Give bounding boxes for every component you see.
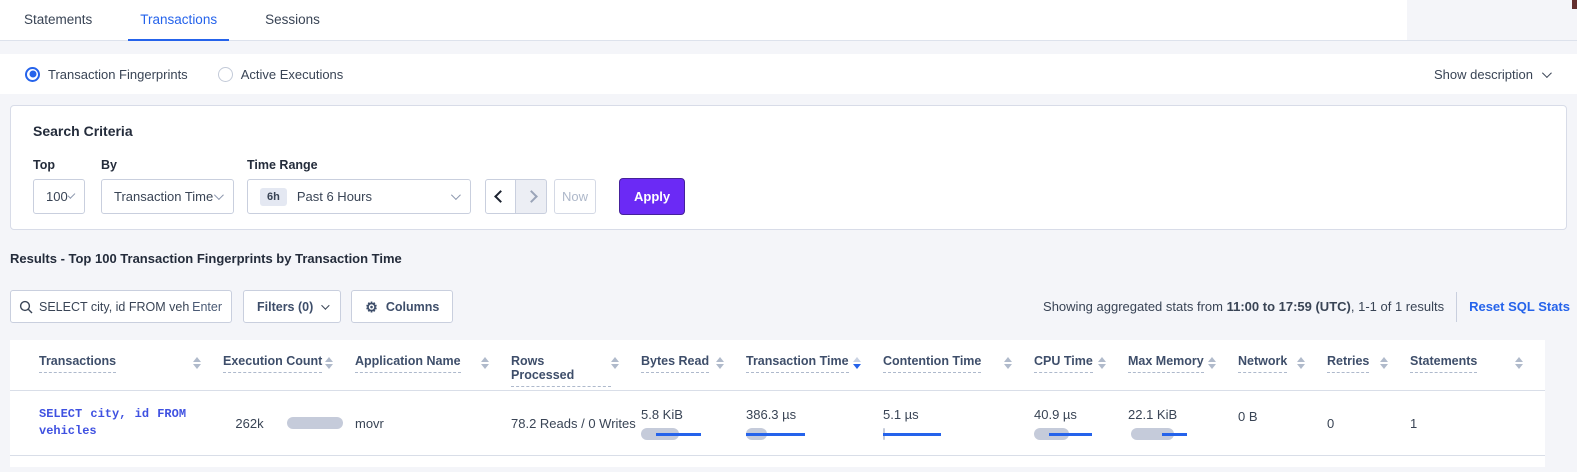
cell-transaction-fingerprint: SELECT city, id FROM vehicles — [39, 391, 223, 455]
radio-selected-icon[interactable] — [25, 67, 40, 82]
chevron-down-icon — [321, 301, 329, 309]
sort-icon[interactable] — [1208, 354, 1216, 369]
filters-button[interactable]: Filters (0) — [243, 290, 341, 323]
column-header-bytes-read[interactable]: Bytes Read — [641, 354, 746, 387]
column-header-cpu-time[interactable]: CPU Time — [1034, 354, 1128, 387]
by-field: By Transaction Time — [101, 158, 234, 214]
chevron-down-icon — [67, 191, 75, 199]
transaction-time-barchart — [746, 428, 808, 440]
previous-time-window-button[interactable] — [485, 179, 516, 214]
apply-button[interactable]: Apply — [619, 178, 685, 215]
cell-statements: 1 — [1410, 391, 1545, 455]
column-header-rows-processed[interactable]: Rows Processed — [511, 354, 641, 387]
cell-cpu-time: 40.9 µs — [1034, 391, 1128, 455]
sort-icon[interactable] — [611, 354, 619, 369]
toolbar-divider — [1456, 292, 1457, 322]
next-time-window-button[interactable] — [516, 179, 547, 214]
sort-icon[interactable] — [1515, 354, 1523, 369]
tabbar-right-spacer — [1407, 0, 1577, 40]
search-input[interactable] — [39, 300, 189, 314]
cell-application-name: movr — [355, 391, 511, 455]
sort-icon[interactable] — [1380, 354, 1388, 369]
execution-count-bar — [287, 417, 343, 429]
cell-rows-processed: 78.2 Reads / 0 Writes — [511, 391, 641, 455]
sort-icon-active-desc[interactable] — [853, 354, 861, 369]
radio-transaction-fingerprints[interactable]: Transaction Fingerprints — [25, 67, 188, 82]
chevron-left-icon — [494, 190, 507, 203]
results-toolbar: Enter Filters (0) ⚙ Columns Showing aggr… — [10, 290, 1570, 323]
cell-bytes-read: 5.8 KiB — [641, 391, 746, 455]
sort-icon[interactable] — [716, 354, 724, 369]
transactions-table: Transactions Execution Count Application… — [10, 340, 1545, 467]
chevron-down-icon — [214, 190, 224, 200]
time-range-badge: 6h — [260, 188, 287, 206]
results-title: Results - Top 100 Transaction Fingerprin… — [10, 251, 402, 266]
column-header-transactions[interactable]: Transactions — [39, 354, 223, 387]
columns-button[interactable]: ⚙ Columns — [351, 290, 453, 323]
search-icon — [19, 300, 33, 314]
table-header-row: Transactions Execution Count Application… — [10, 340, 1545, 387]
gear-icon: ⚙ — [365, 300, 378, 314]
column-header-contention-time[interactable]: Contention Time — [883, 354, 1034, 387]
radio-active-executions[interactable]: Active Executions — [218, 67, 344, 82]
table-row: SELECT city, id FROM vehicles 262k movr … — [10, 391, 1545, 456]
sort-icon[interactable] — [1297, 354, 1305, 369]
sort-icon[interactable] — [1004, 354, 1012, 369]
transaction-fingerprint-link[interactable]: SELECT city, id FROM vehicles — [39, 406, 199, 440]
search-criteria-title: Search Criteria — [33, 123, 133, 139]
enter-hint: Enter — [192, 300, 222, 314]
cell-max-memory: 22.1 KiB — [1128, 391, 1238, 455]
top-field: Top 100 — [33, 158, 85, 214]
by-select[interactable]: Transaction Time — [101, 179, 234, 214]
chevron-down-icon — [1542, 68, 1552, 78]
show-description-toggle[interactable]: Show description — [1434, 67, 1549, 82]
sort-icon[interactable] — [193, 354, 201, 369]
sort-icon[interactable] — [1098, 354, 1106, 369]
column-header-max-memory[interactable]: Max Memory — [1128, 354, 1238, 387]
tab-transactions[interactable]: Transactions — [128, 0, 229, 41]
column-header-execution-count[interactable]: Execution Count — [223, 354, 355, 387]
column-header-retries[interactable]: Retries — [1327, 354, 1410, 387]
column-header-application-name[interactable]: Application Name — [355, 354, 511, 387]
max-memory-barchart — [1128, 428, 1190, 440]
view-toggle-bar: Transaction Fingerprints Active Executio… — [0, 54, 1577, 94]
cell-retries: 0 — [1327, 391, 1410, 455]
now-button[interactable]: Now — [554, 179, 596, 214]
scrollbar-fragment — [1572, 0, 1577, 9]
cpu-time-barchart — [1034, 428, 1096, 440]
page-tabs: Statements Transactions Sessions — [0, 0, 1577, 41]
cell-contention-time: 5.1 µs — [883, 391, 1034, 455]
cell-network: 0 B — [1238, 391, 1327, 455]
tab-sessions[interactable]: Sessions — [253, 0, 332, 41]
sort-icon[interactable] — [325, 354, 333, 369]
time-range-field: Time Range 6h Past 6 Hours — [247, 158, 471, 214]
radio-unselected-icon[interactable] — [218, 67, 233, 82]
search-box[interactable]: Enter — [10, 290, 232, 323]
column-header-statements[interactable]: Statements — [1410, 354, 1545, 387]
sort-icon[interactable] — [481, 354, 489, 369]
contention-time-barchart — [883, 428, 945, 440]
chevron-right-icon — [525, 190, 538, 203]
column-header-network[interactable]: Network — [1238, 354, 1327, 387]
reset-sql-stats-link[interactable]: Reset SQL Stats — [1469, 299, 1570, 314]
chevron-down-icon — [451, 190, 461, 200]
tab-statements[interactable]: Statements — [12, 0, 104, 41]
time-window-arrows — [485, 179, 547, 214]
aggregated-stats-text: Showing aggregated stats from 11:00 to 1… — [1043, 299, 1444, 314]
search-criteria-card: Search Criteria Top 100 By Transaction T… — [10, 105, 1567, 230]
cell-transaction-time: 386.3 µs — [746, 391, 883, 455]
column-header-transaction-time[interactable]: Transaction Time — [746, 354, 883, 387]
cell-execution-count: 262k — [223, 391, 355, 455]
bytes-read-barchart — [641, 428, 703, 440]
top-select[interactable]: 100 — [33, 179, 85, 214]
time-range-select[interactable]: 6h Past 6 Hours — [247, 179, 471, 214]
